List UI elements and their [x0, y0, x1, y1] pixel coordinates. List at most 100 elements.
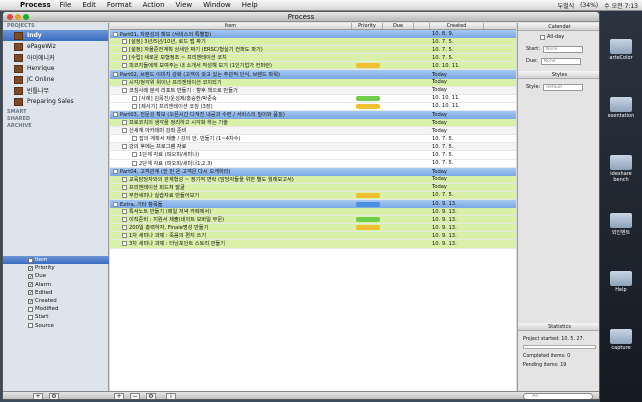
input-source[interactable]: 두벌식 — [558, 1, 575, 10]
priority-cell[interactable] — [352, 63, 383, 69]
battery-status[interactable]: (34%) — [580, 2, 598, 9]
desktop-icon[interactable]: ideshare bench — [602, 155, 640, 183]
task-row[interactable]: 3차 세미나 과제 : 터닝포인트 스토리 만들기 10. 9. 13. — [110, 240, 516, 249]
column-checkbox[interactable]: ✓ — [28, 282, 33, 288]
add-project-button[interactable]: + — [33, 393, 43, 399]
shared-header[interactable]: SHARED — [3, 116, 108, 123]
task-row[interactable]: [사례] 김목진/운성제/홍승환/박준숙 10. 10. 11. — [110, 94, 516, 103]
task-checkbox[interactable] — [122, 47, 127, 53]
task-checkbox[interactable] — [122, 120, 127, 126]
task-row[interactable]: 교육담당자와의 관계형성 ~ 정기적 면락 (담당자들을 위한 별도 월례보고서… — [110, 175, 516, 184]
column-checkbox[interactable]: ✓ — [28, 265, 33, 271]
task-row[interactable]: 2단계 자료 (피오피/세미나1,2,3) 10. 7. 5. — [110, 159, 516, 168]
columns-header-checkbox[interactable]: ✓ — [28, 257, 33, 263]
task-checkbox[interactable] — [122, 87, 127, 93]
task-checkbox[interactable] — [122, 55, 127, 61]
due-field[interactable]: None — [540, 57, 581, 65]
columns-header[interactable]: ✓ Item — [3, 256, 109, 265]
smart-header[interactable]: SMART — [3, 109, 108, 116]
task-row[interactable]: [설정] 자율준전계획 상세안 짜기 (ERSC/형실기 컨퍼도 파기) 10. … — [110, 46, 516, 55]
task-checkbox[interactable] — [122, 192, 127, 198]
section-row[interactable]: Part01, 자분성의 확보 (서비스의 특별함) 10. 8. 9. — [110, 30, 516, 39]
task-checkbox[interactable] — [132, 103, 137, 109]
task-row[interactable]: [수립] 새로운 모형정조 ~ 프리젠테이션 코치 10. 7. 5. — [110, 54, 516, 63]
col-due[interactable]: Due — [383, 23, 414, 29]
task-checkbox[interactable] — [122, 63, 127, 69]
task-checkbox[interactable] — [122, 217, 127, 223]
task-checkbox[interactable] — [132, 95, 137, 101]
task-checkbox[interactable] — [122, 233, 127, 239]
column-checkbox[interactable] — [28, 314, 33, 320]
menu-format[interactable]: Format — [107, 1, 132, 9]
task-row[interactable]: 시각/청각위 위이난 프리젠테이션 코치되기 Today — [110, 78, 516, 87]
priority-cell[interactable] — [352, 192, 383, 198]
task-row[interactable]: [제사기] 프리젠테이션 코칭 (3장) 10. 10. 11. — [110, 102, 516, 111]
task-row[interactable]: 1단계 자료 (피오피/세미나) 10. 7. 5. — [110, 151, 516, 160]
project-item[interactable]: ePageWiz — [3, 41, 108, 52]
task-row[interactable]: 1차 세미나 과제 : 죽음의 편지 쓰기 10. 9. 13. — [110, 232, 516, 241]
add-item-button[interactable]: + — [114, 393, 124, 399]
project-action-button[interactable]: ⚙ — [49, 393, 59, 399]
task-row[interactable]: [설정] 3년/5년/10년, 로드 맵 짜기 10. 7. 5. — [110, 38, 516, 47]
item-action-button[interactable]: ⚙ — [146, 393, 156, 399]
section-row[interactable]: Part03, 전문성 확보 (오픈시간 다져진 내공과 수련 / 서비스의 질… — [110, 110, 516, 120]
column-option[interactable]: ✓ Created — [3, 297, 109, 305]
col-created[interactable]: Created — [430, 23, 484, 29]
task-row[interactable]: 200일 총력하자, Finale명성 만들기 10. 9. 13. — [110, 224, 516, 233]
col-item[interactable]: Item — [110, 23, 352, 29]
task-checkbox[interactable] — [122, 39, 127, 45]
section-row[interactable]: Part02, 브랜드 이미지 강화 (고객이 갖고 있는 주관적 인식, 브랜… — [110, 70, 516, 79]
archive-header[interactable]: ARCHIVE — [3, 123, 108, 130]
task-checkbox[interactable] — [113, 31, 118, 37]
allday-checkbox[interactable] — [540, 34, 545, 40]
task-checkbox[interactable] — [113, 112, 118, 118]
menu-file[interactable]: File — [60, 1, 72, 9]
task-checkbox[interactable] — [122, 241, 127, 247]
desktop-icon[interactable]: capture — [602, 329, 640, 351]
start-field[interactable]: None — [542, 45, 583, 53]
desktop-icon[interactable]: 외인벤트 — [602, 213, 640, 236]
priority-cell[interactable] — [352, 217, 383, 223]
style-select[interactable]: default — [543, 83, 584, 91]
column-checkbox[interactable]: ✓ — [28, 290, 33, 296]
task-checkbox[interactable] — [113, 201, 118, 207]
task-row[interactable]: 강의 후에는 프로그램 자료 10. 7. 5. — [110, 143, 516, 152]
section-row[interactable]: Extra, 기타 항목들 10. 9. 13. — [110, 199, 516, 209]
task-checkbox[interactable] — [113, 169, 118, 175]
task-checkbox[interactable] — [132, 136, 137, 142]
projects-header[interactable]: PROJECTS — [3, 23, 108, 30]
menu-help[interactable]: Help — [242, 1, 258, 9]
task-checkbox[interactable] — [122, 209, 127, 215]
column-checkbox[interactable] — [28, 323, 33, 329]
col-priority[interactable]: Priority — [352, 23, 383, 29]
app-menu[interactable]: Process — [20, 1, 51, 9]
task-checkbox[interactable] — [122, 144, 127, 150]
remove-item-button[interactable]: − — [130, 393, 140, 399]
column-option[interactable]: ✓ Due — [3, 272, 109, 280]
task-row[interactable]: 프리젠테이션 피드처 발굴 Today — [110, 183, 516, 192]
project-item[interactable]: Indy — [3, 30, 108, 41]
column-option[interactable]: Start — [3, 313, 109, 321]
project-item[interactable]: Preparing Sales — [3, 96, 108, 107]
priority-cell[interactable] — [352, 95, 383, 101]
task-row[interactable]: 코칭사례 분석 리포트 만들기 : 향후 책으로 만들기 Today — [110, 86, 516, 95]
task-row[interactable]: 프로코치의 생각을 정리하고 시각화 하는 기술 Today — [110, 119, 516, 128]
section-row[interactable]: Part04, 고객관계 (한 번 온 고객은 다시 오게하라) Today — [110, 167, 516, 176]
task-checkbox[interactable] — [113, 72, 118, 78]
column-option[interactable]: ✓ Edited — [3, 289, 109, 297]
task-checkbox[interactable] — [122, 79, 127, 85]
menu-action[interactable]: Action — [143, 1, 165, 9]
priority-cell[interactable] — [352, 103, 383, 109]
column-checkbox[interactable]: ✓ — [28, 298, 33, 304]
column-checkbox[interactable]: ✓ — [28, 273, 33, 279]
task-checkbox[interactable] — [122, 184, 127, 190]
project-item[interactable]: Henrique — [3, 63, 108, 74]
menu-edit[interactable]: Edit — [82, 1, 96, 9]
task-row[interactable]: 피코지들에게 보여주는 내 소개서 작성해 보기 (1인기업가 컨퍼런) 10. … — [110, 62, 516, 71]
task-row[interactable]: 무한세미나 실습자료 만들어보기 10. 7. 5. — [110, 191, 516, 200]
task-row[interactable]: 특서노트 만들기 (매일 저녁 카페에서) 10. 9. 13. — [110, 208, 516, 217]
task-checkbox[interactable] — [122, 225, 127, 231]
task-checkbox[interactable] — [132, 152, 137, 158]
project-item[interactable]: JC Online — [3, 74, 108, 85]
task-row[interactable]: 잡의 계획서 제출 / 강의 안, 만들기 (1~4차수) 10. 7. 5. — [110, 135, 516, 144]
